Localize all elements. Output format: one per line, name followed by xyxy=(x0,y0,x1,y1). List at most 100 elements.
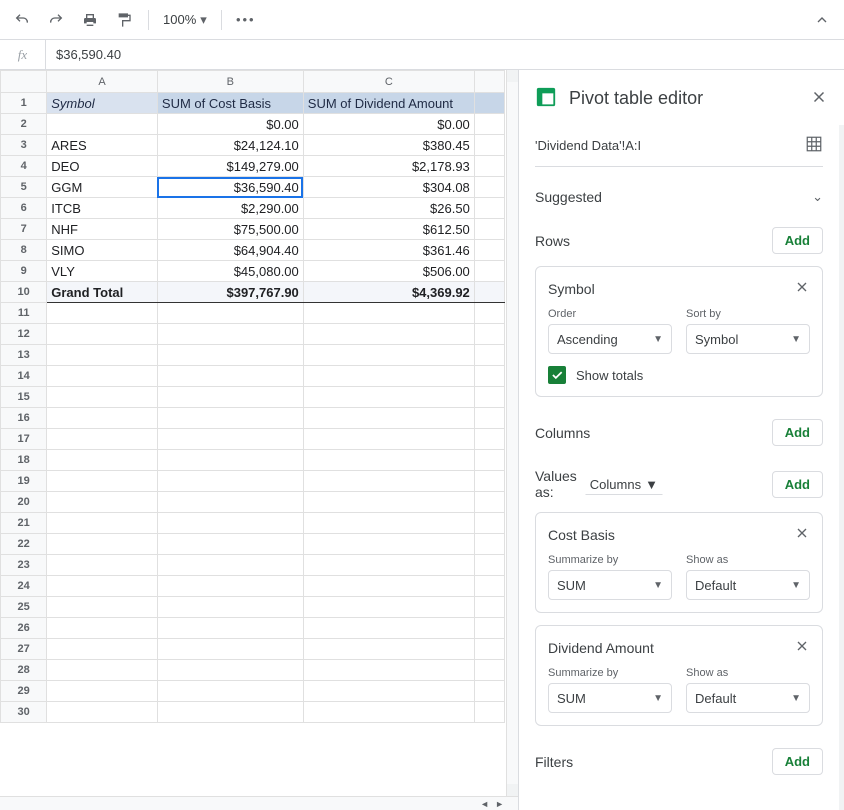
more-button[interactable]: ••• xyxy=(232,6,260,34)
row-header[interactable]: 20 xyxy=(1,492,47,513)
row-header[interactable]: 1 xyxy=(1,93,47,114)
show-as-dropdown[interactable]: Default▼ xyxy=(686,570,810,600)
add-rows-button[interactable]: Add xyxy=(772,227,823,254)
row-header[interactable]: 21 xyxy=(1,513,47,534)
row-header[interactable]: 18 xyxy=(1,450,47,471)
column-header[interactable]: B xyxy=(157,71,303,93)
column-header[interactable]: A xyxy=(47,71,158,93)
summarize-by-label: Summarize by xyxy=(548,667,672,679)
row-header[interactable]: 28 xyxy=(1,660,47,681)
print-icon xyxy=(82,12,98,28)
table-cell[interactable]: $612.50 xyxy=(303,219,474,240)
grand-total-cell[interactable]: $397,767.90 xyxy=(157,282,303,303)
row-header[interactable]: 19 xyxy=(1,471,47,492)
row-header[interactable]: 9 xyxy=(1,261,47,282)
row-header[interactable]: 26 xyxy=(1,618,47,639)
suggested-section[interactable]: Suggested ⌄ xyxy=(535,189,823,205)
show-as-dropdown[interactable]: Default▼ xyxy=(686,683,810,713)
row-header[interactable]: 30 xyxy=(1,702,47,723)
table-cell[interactable]: VLY xyxy=(47,261,158,282)
row-header[interactable]: 23 xyxy=(1,555,47,576)
table-cell[interactable]: DEO xyxy=(47,156,158,177)
row-header[interactable]: 3 xyxy=(1,135,47,156)
add-values-button[interactable]: Add xyxy=(772,471,823,498)
table-cell[interactable]: $64,904.40 xyxy=(157,240,303,261)
toolbar: 100% ▾ ••• xyxy=(0,0,844,40)
row-header[interactable]: 13 xyxy=(1,345,47,366)
table-cell[interactable]: $0.00 xyxy=(157,114,303,135)
table-cell[interactable] xyxy=(47,114,158,135)
row-header[interactable]: 10 xyxy=(1,282,47,303)
remove-value-chip-button[interactable] xyxy=(794,525,810,544)
table-cell[interactable]: $45,080.00 xyxy=(157,261,303,282)
collapse-toolbar-button[interactable] xyxy=(808,6,836,34)
redo-button[interactable] xyxy=(42,6,70,34)
remove-rows-chip-button[interactable] xyxy=(794,279,810,298)
chevron-down-icon: ▼ xyxy=(791,580,801,591)
row-header[interactable]: 12 xyxy=(1,324,47,345)
paint-format-button[interactable] xyxy=(110,6,138,34)
row-header[interactable]: 14 xyxy=(1,366,47,387)
add-columns-button[interactable]: Add xyxy=(772,419,823,446)
row-header[interactable]: 11 xyxy=(1,303,47,324)
table-cell[interactable]: ARES xyxy=(47,135,158,156)
table-cell[interactable]: $2,290.00 xyxy=(157,198,303,219)
data-range-row[interactable]: 'Dividend Data'!A:I xyxy=(535,125,823,167)
table-cell[interactable]: GGM xyxy=(47,177,158,198)
table-cell[interactable]: $26.50 xyxy=(303,198,474,219)
order-dropdown[interactable]: Ascending▼ xyxy=(548,324,672,354)
pivot-header-cell[interactable]: SUM of Dividend Amount xyxy=(303,93,474,114)
table-cell[interactable]: $304.08 xyxy=(303,177,474,198)
values-as-dropdown[interactable]: Columns ▼ xyxy=(585,474,663,495)
row-header[interactable]: 24 xyxy=(1,576,47,597)
select-range-icon[interactable] xyxy=(805,135,823,156)
remove-value-chip-button[interactable] xyxy=(794,638,810,657)
row-header[interactable]: 17 xyxy=(1,429,47,450)
add-filters-button[interactable]: Add xyxy=(772,748,823,775)
undo-button[interactable] xyxy=(8,6,36,34)
table-cell[interactable]: $506.00 xyxy=(303,261,474,282)
row-header[interactable]: 8 xyxy=(1,240,47,261)
row-header[interactable]: 15 xyxy=(1,387,47,408)
row-header[interactable]: 7 xyxy=(1,219,47,240)
table-cell[interactable]: $24,124.10 xyxy=(157,135,303,156)
scroll-right-icon[interactable]: ► xyxy=(493,799,506,809)
table-cell[interactable]: $380.45 xyxy=(303,135,474,156)
table-cell[interactable]: $361.46 xyxy=(303,240,474,261)
table-cell[interactable]: ITCB xyxy=(47,198,158,219)
pivot-header-cell[interactable]: Symbol xyxy=(47,93,158,114)
table-cell[interactable]: $75,500.00 xyxy=(157,219,303,240)
summarize-by-dropdown[interactable]: SUM▼ xyxy=(548,570,672,600)
row-header[interactable]: 2 xyxy=(1,114,47,135)
table-cell[interactable]: $36,590.40 xyxy=(157,177,303,198)
table-cell[interactable]: $149,279.00 xyxy=(157,156,303,177)
print-button[interactable] xyxy=(76,6,104,34)
table-cell[interactable]: NHF xyxy=(47,219,158,240)
scroll-left-icon[interactable]: ◄ xyxy=(478,799,491,809)
row-header[interactable]: 29 xyxy=(1,681,47,702)
table-cell[interactable]: SIMO xyxy=(47,240,158,261)
row-header[interactable]: 16 xyxy=(1,408,47,429)
undo-icon xyxy=(14,12,30,28)
row-header[interactable]: 22 xyxy=(1,534,47,555)
row-header[interactable]: 4 xyxy=(1,156,47,177)
show-totals-checkbox[interactable]: Show totals xyxy=(548,366,810,384)
column-header[interactable]: C xyxy=(303,71,474,93)
grand-total-label[interactable]: Grand Total xyxy=(47,282,158,303)
summarize-by-dropdown[interactable]: SUM▼ xyxy=(548,683,672,713)
zoom-dropdown[interactable]: 100% ▾ xyxy=(159,10,211,30)
horizontal-scrollbar[interactable]: ◄ ► xyxy=(0,796,518,810)
table-cell[interactable]: $0.00 xyxy=(303,114,474,135)
pivot-header-cell[interactable]: SUM of Cost Basis xyxy=(157,93,303,114)
spreadsheet-area: ABC 1SymbolSUM of Cost BasisSUM of Divide… xyxy=(0,70,518,810)
table-cell[interactable]: $2,178.93 xyxy=(303,156,474,177)
formula-value[interactable]: $36,590.40 xyxy=(46,47,121,62)
grand-total-cell[interactable]: $4,369.92 xyxy=(303,282,474,303)
sort-by-dropdown[interactable]: Symbol▼ xyxy=(686,324,810,354)
row-header[interactable]: 25 xyxy=(1,597,47,618)
row-header[interactable]: 5 xyxy=(1,177,47,198)
vertical-scrollbar[interactable] xyxy=(506,70,518,796)
row-header[interactable]: 27 xyxy=(1,639,47,660)
close-panel-button[interactable] xyxy=(810,88,828,109)
row-header[interactable]: 6 xyxy=(1,198,47,219)
